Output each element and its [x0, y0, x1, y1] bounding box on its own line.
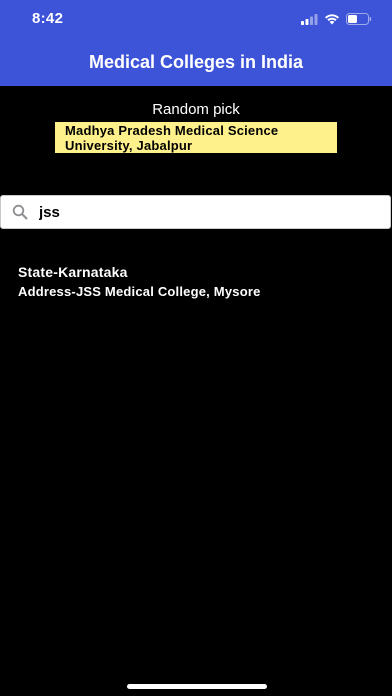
home-indicator[interactable] — [127, 684, 267, 689]
battery-icon — [346, 12, 372, 30]
random-pick-label: Random pick — [152, 101, 240, 118]
status-icons — [301, 12, 372, 30]
result-address: Address-JSS Medical College, Mysore — [18, 284, 261, 299]
random-pick-card[interactable]: Madhya Pradesh Medical Science Universit… — [55, 122, 337, 153]
status-time: 8:42 — [32, 10, 64, 27]
result-list-item[interactable]: State-Karnataka Address-JSS Medical Coll… — [18, 263, 261, 301]
random-pick-line-2: University, Jabalpur — [65, 138, 193, 153]
header-bar: 8:42 Medical Colleges in India — [0, 0, 392, 86]
search-input[interactable] — [39, 203, 359, 221]
app-screen: 8:42 Medical Colleges in India Random pi… — [0, 0, 392, 696]
search-bar[interactable] — [0, 195, 391, 229]
result-state: State-Karnataka — [18, 264, 128, 280]
search-icon — [12, 203, 30, 221]
cellular-signal-icon — [301, 12, 318, 30]
page-title: Medical Colleges in India — [88, 52, 304, 72]
wifi-icon — [324, 12, 340, 30]
random-pick-line-1: Madhya Pradesh Medical Science — [65, 123, 279, 138]
